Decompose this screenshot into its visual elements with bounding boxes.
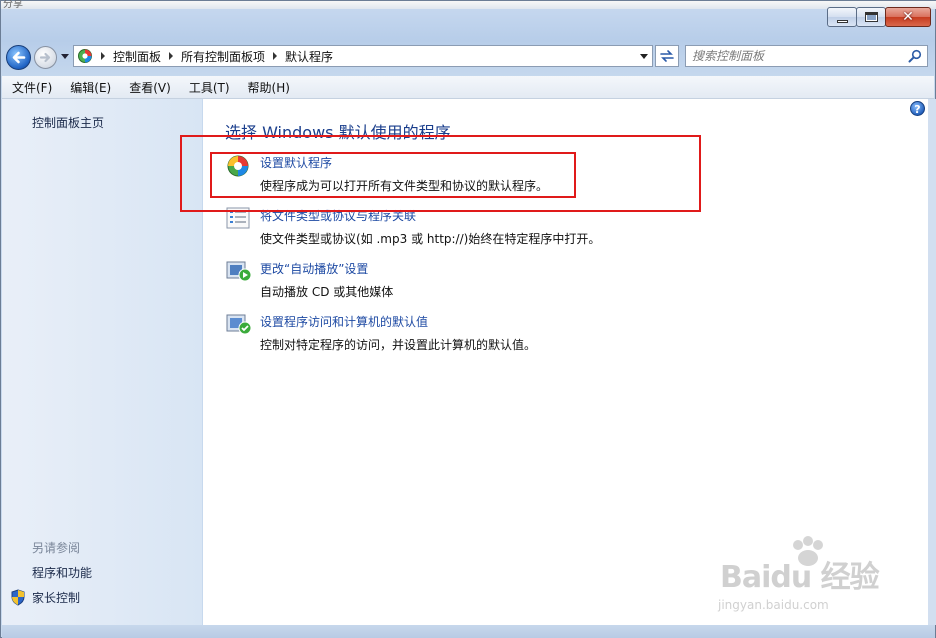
arrow-left-icon bbox=[12, 51, 26, 64]
help-icon[interactable]: ? bbox=[910, 101, 925, 116]
minimize-icon bbox=[837, 20, 848, 23]
shield-icon bbox=[11, 589, 25, 606]
window-border-bottom bbox=[2, 625, 935, 638]
default-programs-icon bbox=[227, 155, 249, 177]
search-input[interactable] bbox=[692, 48, 897, 64]
menu-file[interactable]: 文件(F) bbox=[2, 79, 60, 96]
menu-edit[interactable]: 编辑(E) bbox=[60, 79, 119, 96]
close-button[interactable]: ✕ bbox=[885, 7, 931, 27]
breadcrumb-all-items[interactable]: 所有控制面板项 bbox=[181, 48, 265, 65]
sidebar: 控制面板主页 另请参阅 程序和功能 家长控制 bbox=[2, 99, 202, 625]
forward-button[interactable] bbox=[34, 46, 57, 69]
autoplay-settings-desc: 自动播放 CD 或其他媒体 bbox=[260, 285, 394, 299]
caption-buttons: ✕ bbox=[827, 7, 931, 29]
window-border-right bbox=[928, 99, 936, 625]
program-access-icon bbox=[226, 314, 252, 335]
watermark-brand: Baidu 经验 bbox=[720, 560, 880, 595]
page-title: 选择 Windows 默认使用的程序 bbox=[225, 123, 451, 142]
programs-and-features-link[interactable]: 程序和功能 bbox=[32, 564, 92, 581]
minimize-button[interactable] bbox=[827, 7, 857, 27]
refresh-icon bbox=[660, 50, 674, 62]
background-strip: 分享 bbox=[1, 0, 936, 10]
address-bar[interactable]: 控制面板 所有控制面板项 默认程序 bbox=[73, 45, 653, 67]
breadcrumb-separator-icon bbox=[169, 52, 174, 60]
breadcrumb-default-programs[interactable]: 默认程序 bbox=[285, 48, 333, 65]
parental-controls-link[interactable]: 家长控制 bbox=[32, 589, 80, 606]
back-button[interactable] bbox=[6, 45, 31, 70]
baidu-watermark: Baidu 经验 jingyan.baidu.com bbox=[716, 536, 896, 621]
program-access-defaults-desc: 控制对特定程序的访问，并设置此计算机的默认值。 bbox=[260, 338, 537, 352]
background-text: 分享 bbox=[3, 0, 23, 10]
control-panel-icon bbox=[78, 49, 92, 63]
associate-file-type-desc: 使文件类型或协议(如 .mp3 或 http://)始终在特定程序中打开。 bbox=[260, 232, 601, 246]
menu-view[interactable]: 查看(V) bbox=[119, 79, 179, 96]
arrow-right-icon bbox=[39, 52, 51, 63]
search-box bbox=[685, 45, 928, 67]
close-icon: ✕ bbox=[902, 9, 914, 25]
set-default-programs-link[interactable]: 设置默认程序 bbox=[260, 154, 332, 171]
program-access-defaults-link[interactable]: 设置程序访问和计算机的默认值 bbox=[260, 313, 428, 330]
associate-file-type-link[interactable]: 将文件类型或协议与程序关联 bbox=[260, 207, 416, 224]
maximize-button[interactable] bbox=[856, 7, 886, 27]
breadcrumb-separator-icon bbox=[101, 52, 105, 60]
refresh-button[interactable] bbox=[655, 45, 679, 67]
maximize-icon bbox=[865, 12, 878, 22]
explorer-window: 分享 ✕ 控制面板 所有控制面板项 默认程序 搜索控制面板 文件(F) 编辑(E… bbox=[0, 0, 936, 638]
recent-pages-dropdown[interactable] bbox=[61, 54, 69, 59]
file-association-icon bbox=[226, 207, 250, 229]
set-default-programs-desc: 使程序成为可以打开所有文件类型和协议的默认程序。 bbox=[260, 179, 549, 193]
menu-bar: 文件(F) 编辑(E) 查看(V) 工具(T) 帮助(H) bbox=[2, 76, 934, 99]
search-icon[interactable] bbox=[908, 49, 922, 63]
autoplay-settings-link[interactable]: 更改“自动播放”设置 bbox=[260, 260, 368, 277]
control-panel-home-link[interactable]: 控制面板主页 bbox=[32, 114, 104, 131]
see-also-heading: 另请参阅 bbox=[32, 541, 81, 555]
highlight-box-outer bbox=[180, 135, 701, 212]
menu-help[interactable]: 帮助(H) bbox=[238, 79, 298, 96]
menu-tools[interactable]: 工具(T) bbox=[179, 79, 238, 96]
breadcrumb-control-panel[interactable]: 控制面板 bbox=[113, 48, 161, 65]
breadcrumb-separator-icon bbox=[273, 52, 278, 60]
watermark-url: jingyan.baidu.com bbox=[718, 598, 829, 612]
autoplay-icon bbox=[226, 261, 252, 282]
address-dropdown-icon[interactable] bbox=[640, 54, 648, 59]
